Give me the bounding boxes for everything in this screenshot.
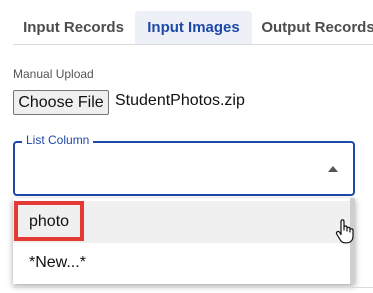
- list-column-dropdown: photo *New...*: [13, 198, 355, 284]
- tab-bar: Input Records Input Images Output Record…: [0, 0, 373, 45]
- manual-upload-label: Manual Upload: [13, 67, 94, 81]
- app-root: Input Records Input Images Output Record…: [0, 0, 373, 293]
- tab-divider: [13, 44, 373, 45]
- list-column-select[interactable]: [13, 141, 355, 196]
- selected-file-name: StudentPhotos.zip: [115, 92, 245, 109]
- list-column-label: List Column: [22, 133, 94, 147]
- tab-output-records[interactable]: Output Records: [253, 11, 373, 45]
- option-label: photo: [29, 213, 70, 230]
- tab-input-records[interactable]: Input Records: [13, 11, 134, 45]
- caret-up-icon[interactable]: [328, 166, 338, 172]
- hand-pointer-icon: [335, 219, 354, 244]
- option-new[interactable]: *New...*: [13, 242, 355, 284]
- option-label: *New...*: [29, 254, 86, 271]
- option-photo[interactable]: photo: [13, 201, 355, 243]
- bottom-divider: [13, 287, 373, 288]
- tab-input-images[interactable]: Input Images: [135, 11, 252, 45]
- choose-file-button[interactable]: Choose File: [13, 90, 109, 115]
